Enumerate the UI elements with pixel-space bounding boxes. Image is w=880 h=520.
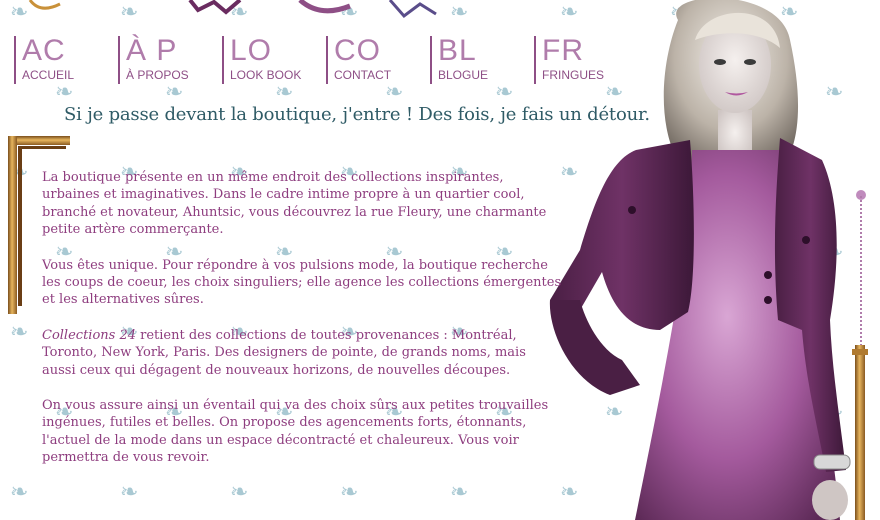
- nav-abbr: AC: [22, 34, 66, 67]
- bow-icon: ❧: [450, 0, 469, 25]
- main-nav: AC ACCUEIL À P À PROPOS LO LOOK BOOK CO …: [14, 36, 638, 84]
- nav-label: ACCUEIL: [22, 68, 75, 82]
- bow-icon: ❧: [385, 80, 404, 105]
- nav-item-accueil[interactable]: AC ACCUEIL: [14, 36, 118, 84]
- paragraph-intro: La boutique présente en un même endroit …: [42, 170, 547, 238]
- bow-icon: ❧: [55, 80, 74, 105]
- dotted-divider: [860, 196, 862, 346]
- bow-icon: ❧: [275, 80, 294, 105]
- paragraph-eventail: On vous assure ainsi un éventail qui va …: [42, 398, 549, 466]
- nav-abbr: CO: [334, 34, 381, 67]
- nav-item-fringues[interactable]: FR FRINGUES: [534, 36, 638, 84]
- bow-icon: ❧: [495, 80, 514, 105]
- nav-item-look-book[interactable]: LO LOOK BOOK: [222, 36, 326, 84]
- gold-rod-right: [852, 345, 868, 520]
- nav-abbr: LO: [230, 34, 273, 67]
- paragraph-collections: Collections 24 retient des collections d…: [42, 327, 562, 379]
- nav-label: À PROPOS: [126, 68, 189, 82]
- bow-icon: ❧: [450, 480, 469, 505]
- nav-label: FRINGUES: [542, 68, 605, 82]
- bow-icon: ❧: [340, 480, 359, 505]
- nav-abbr: À P: [126, 34, 178, 67]
- about-content: La boutique présente en un même endroit …: [42, 169, 562, 485]
- bow-icon: ❧: [120, 480, 139, 505]
- nav-item-blogue[interactable]: BL BLOGUE: [430, 36, 534, 84]
- nav-item-a-propos[interactable]: À P À PROPOS: [118, 36, 222, 84]
- page-headline: Si je passe devant la boutique, j'entre …: [64, 104, 650, 125]
- bow-icon: ❧: [10, 480, 29, 505]
- nav-label: BLOGUE: [438, 68, 489, 82]
- nav-label: LOOK BOOK: [230, 68, 302, 82]
- logo-banner-art: [28, 0, 437, 19]
- bow-icon: ❧: [10, 320, 29, 345]
- nav-abbr: FR: [542, 34, 584, 67]
- nav-label: CONTACT: [334, 68, 392, 82]
- brand-name: Collections 24: [42, 327, 136, 343]
- nav-item-contact[interactable]: CO CONTACT: [326, 36, 430, 84]
- bow-icon: ❧: [230, 480, 249, 505]
- nav-abbr: BL: [438, 34, 477, 67]
- paragraph-unique: Vous êtes unique. Pour répondre à vos pu…: [42, 257, 562, 308]
- bow-icon: ❧: [165, 80, 184, 105]
